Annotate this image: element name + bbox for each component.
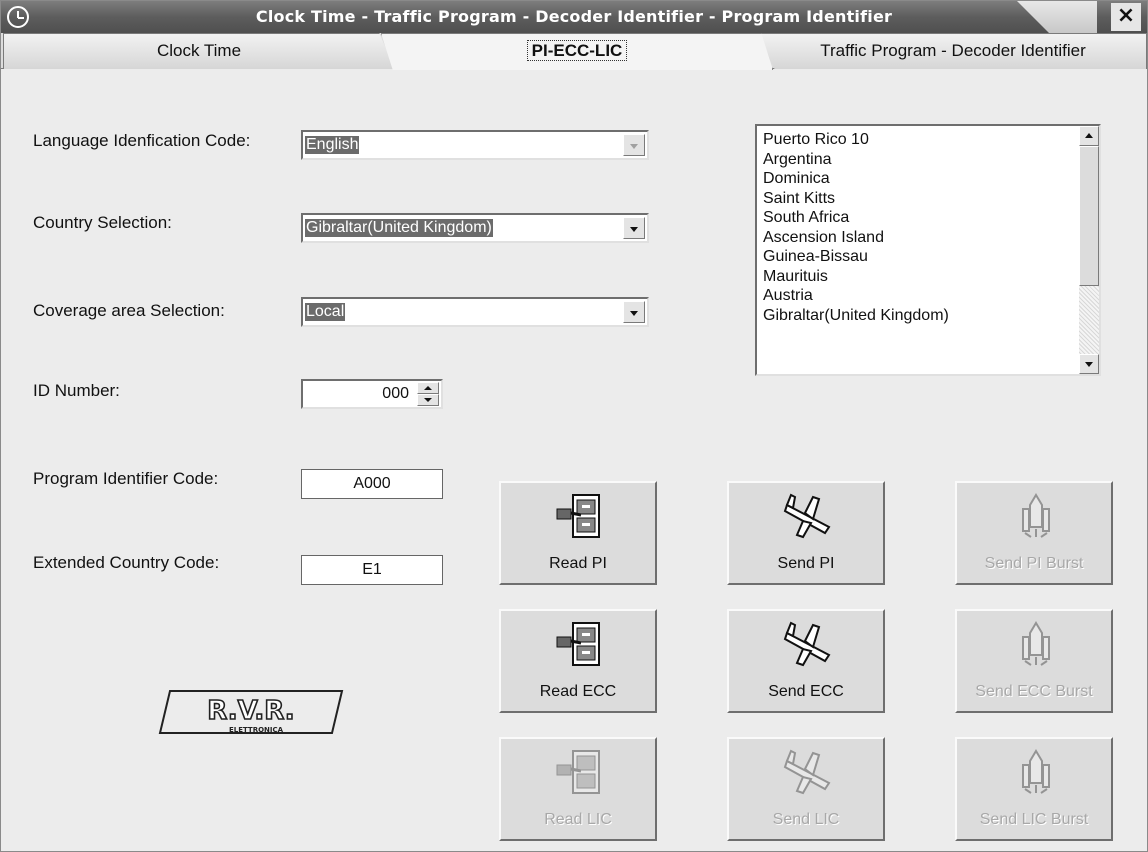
send-lic-label: Send LIC <box>772 811 840 828</box>
dialog-window: Clock Time - Traffic Program - Decoder I… <box>0 0 1148 852</box>
decrement-icon[interactable] <box>417 394 439 406</box>
tab-clock-time[interactable]: Clock Time <box>3 33 395 69</box>
airplane-icon <box>783 493 831 539</box>
read-lic-label: Read LIC <box>544 811 612 828</box>
send-ecc-button[interactable]: Send ECC <box>727 609 885 713</box>
stepper-buttons <box>417 382 439 406</box>
tab-pi-ecc-lic[interactable]: PI-ECC-LIC <box>381 33 773 70</box>
listbox-scrollbar[interactable] <box>1079 126 1099 374</box>
send-lic-burst-label: Send LIC Burst <box>979 811 1089 828</box>
language-label: Language Idenfication Code: <box>33 131 251 150</box>
coverage-select[interactable]: Local <box>301 297 649 327</box>
coverage-value: Local <box>305 303 346 321</box>
logo-brand: R.V.R. <box>207 696 294 726</box>
list-item[interactable]: Argentina <box>763 150 1099 170</box>
send-lic-burst-button[interactable]: Send LIC Burst <box>955 737 1113 841</box>
send-pi-button[interactable]: Send PI <box>727 481 885 585</box>
ecc-label: Extended Country Code: <box>33 553 220 572</box>
chevron-down-icon[interactable] <box>623 301 645 323</box>
tab-pi-ecc-lic-label: PI-ECC-LIC <box>526 40 628 61</box>
read-pi-button[interactable]: Read PI <box>499 481 657 585</box>
country-list: Puerto Rico 10 Argentina Dominica Saint Kit… <box>757 126 1099 325</box>
file-cabinet-icon <box>556 494 600 538</box>
window-title: Clock Time - Traffic Program - Decoder I… <box>255 7 893 26</box>
tab-traffic-program[interactable]: Traffic Program - Decoder Identifier <box>759 33 1147 69</box>
space-shuttle-icon <box>1022 493 1050 538</box>
tab-panel: Language Idenfication Code: English Coun… <box>1 69 1147 851</box>
read-ecc-button[interactable]: Read ECC <box>499 609 657 713</box>
ecc-field: E1 <box>301 555 443 585</box>
scroll-up-icon[interactable] <box>1079 126 1099 146</box>
file-cabinet-icon <box>556 622 600 666</box>
send-pi-burst-button[interactable]: Send PI Burst <box>955 481 1113 585</box>
pi-code-label: Program Identifier Code: <box>33 469 219 488</box>
list-item[interactable]: Guinea-Bissau <box>763 247 1099 267</box>
read-pi-label: Read PI <box>549 555 607 572</box>
space-shuttle-icon <box>1022 749 1050 794</box>
country-select[interactable]: Gibraltar(United Kingdom) <box>301 213 649 243</box>
file-cabinet-icon <box>556 750 600 794</box>
list-item[interactable]: Gibraltar(United Kingdom) <box>763 306 1099 326</box>
send-ecc-burst-label: Send ECC Burst <box>975 683 1093 700</box>
space-shuttle-icon <box>1022 621 1050 666</box>
scrollbar-thumb[interactable] <box>1079 146 1099 286</box>
language-select[interactable]: English <box>301 130 649 160</box>
read-lic-button[interactable]: Read LIC <box>499 737 657 841</box>
id-number-label: ID Number: <box>33 381 120 400</box>
list-item[interactable]: Dominica <box>763 169 1099 189</box>
country-label: Country Selection: <box>33 213 172 232</box>
title-bar[interactable]: Clock Time - Traffic Program - Decoder I… <box>1 1 1147 33</box>
tab-strip: Clock Time Traffic Program - Decoder Ide… <box>1 33 1147 70</box>
list-item[interactable]: South Africa <box>763 208 1099 228</box>
airplane-icon <box>783 749 831 795</box>
list-item[interactable]: Saint Kitts <box>763 189 1099 209</box>
country-listbox[interactable]: Puerto Rico 10 Argentina Dominica Saint Kit… <box>755 124 1101 376</box>
id-number-value: 000 <box>382 385 409 402</box>
close-icon[interactable]: × <box>1111 3 1141 31</box>
scroll-down-icon[interactable] <box>1079 354 1099 374</box>
list-item[interactable]: Austria <box>763 286 1099 306</box>
send-lic-button[interactable]: Send LIC <box>727 737 885 841</box>
list-item[interactable]: Maurituis <box>763 267 1099 287</box>
list-item[interactable]: Ascension Island <box>763 228 1099 248</box>
pi-code-field: A000 <box>301 469 443 499</box>
send-ecc-burst-button[interactable]: Send ECC Burst <box>955 609 1113 713</box>
send-ecc-label: Send ECC <box>768 683 844 700</box>
chevron-down-icon[interactable] <box>623 217 645 239</box>
id-number-stepper[interactable]: 000 <box>301 379 443 409</box>
increment-icon[interactable] <box>417 382 439 394</box>
chevron-down-icon[interactable] <box>623 134 645 156</box>
airplane-icon <box>783 621 831 667</box>
send-pi-burst-label: Send PI Burst <box>984 555 1084 572</box>
list-item[interactable]: Puerto Rico 10 <box>763 130 1099 150</box>
read-ecc-label: Read ECC <box>539 683 617 700</box>
language-value: English <box>305 136 360 154</box>
country-value: Gibraltar(United Kingdom) <box>305 219 493 237</box>
send-pi-label: Send PI <box>777 555 835 572</box>
coverage-label: Coverage area Selection: <box>33 301 225 320</box>
rvr-logo: R.V.R. ELETTRONICA <box>158 690 344 734</box>
logo-sub: ELETTRONICA <box>229 726 284 734</box>
